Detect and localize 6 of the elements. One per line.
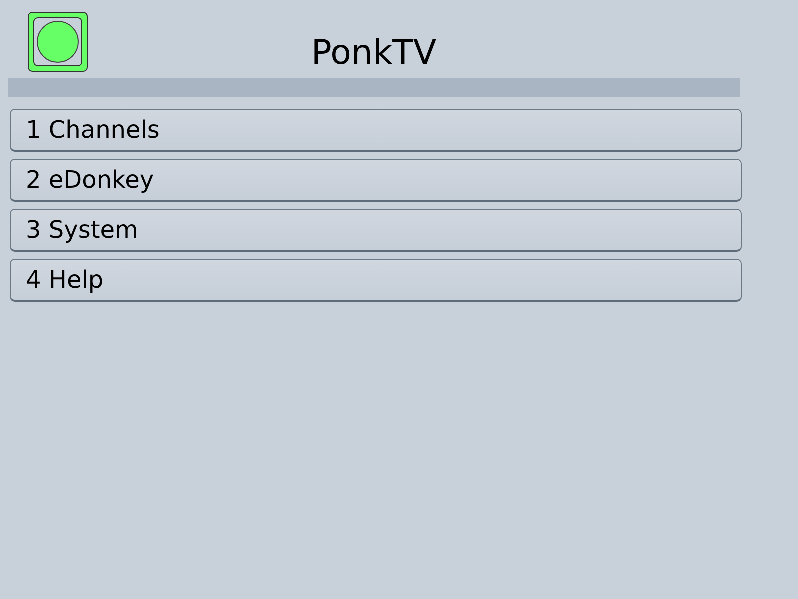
app-title: PonkTV bbox=[311, 33, 437, 73]
menu-item[interactable]: 3 System bbox=[10, 209, 742, 252]
menu-item[interactable]: 2 eDonkey bbox=[10, 159, 742, 202]
menu-item[interactable]: 1 Channels bbox=[10, 109, 742, 152]
menu-item[interactable]: 4 Help bbox=[10, 259, 742, 302]
status-light-icon bbox=[28, 12, 88, 72]
